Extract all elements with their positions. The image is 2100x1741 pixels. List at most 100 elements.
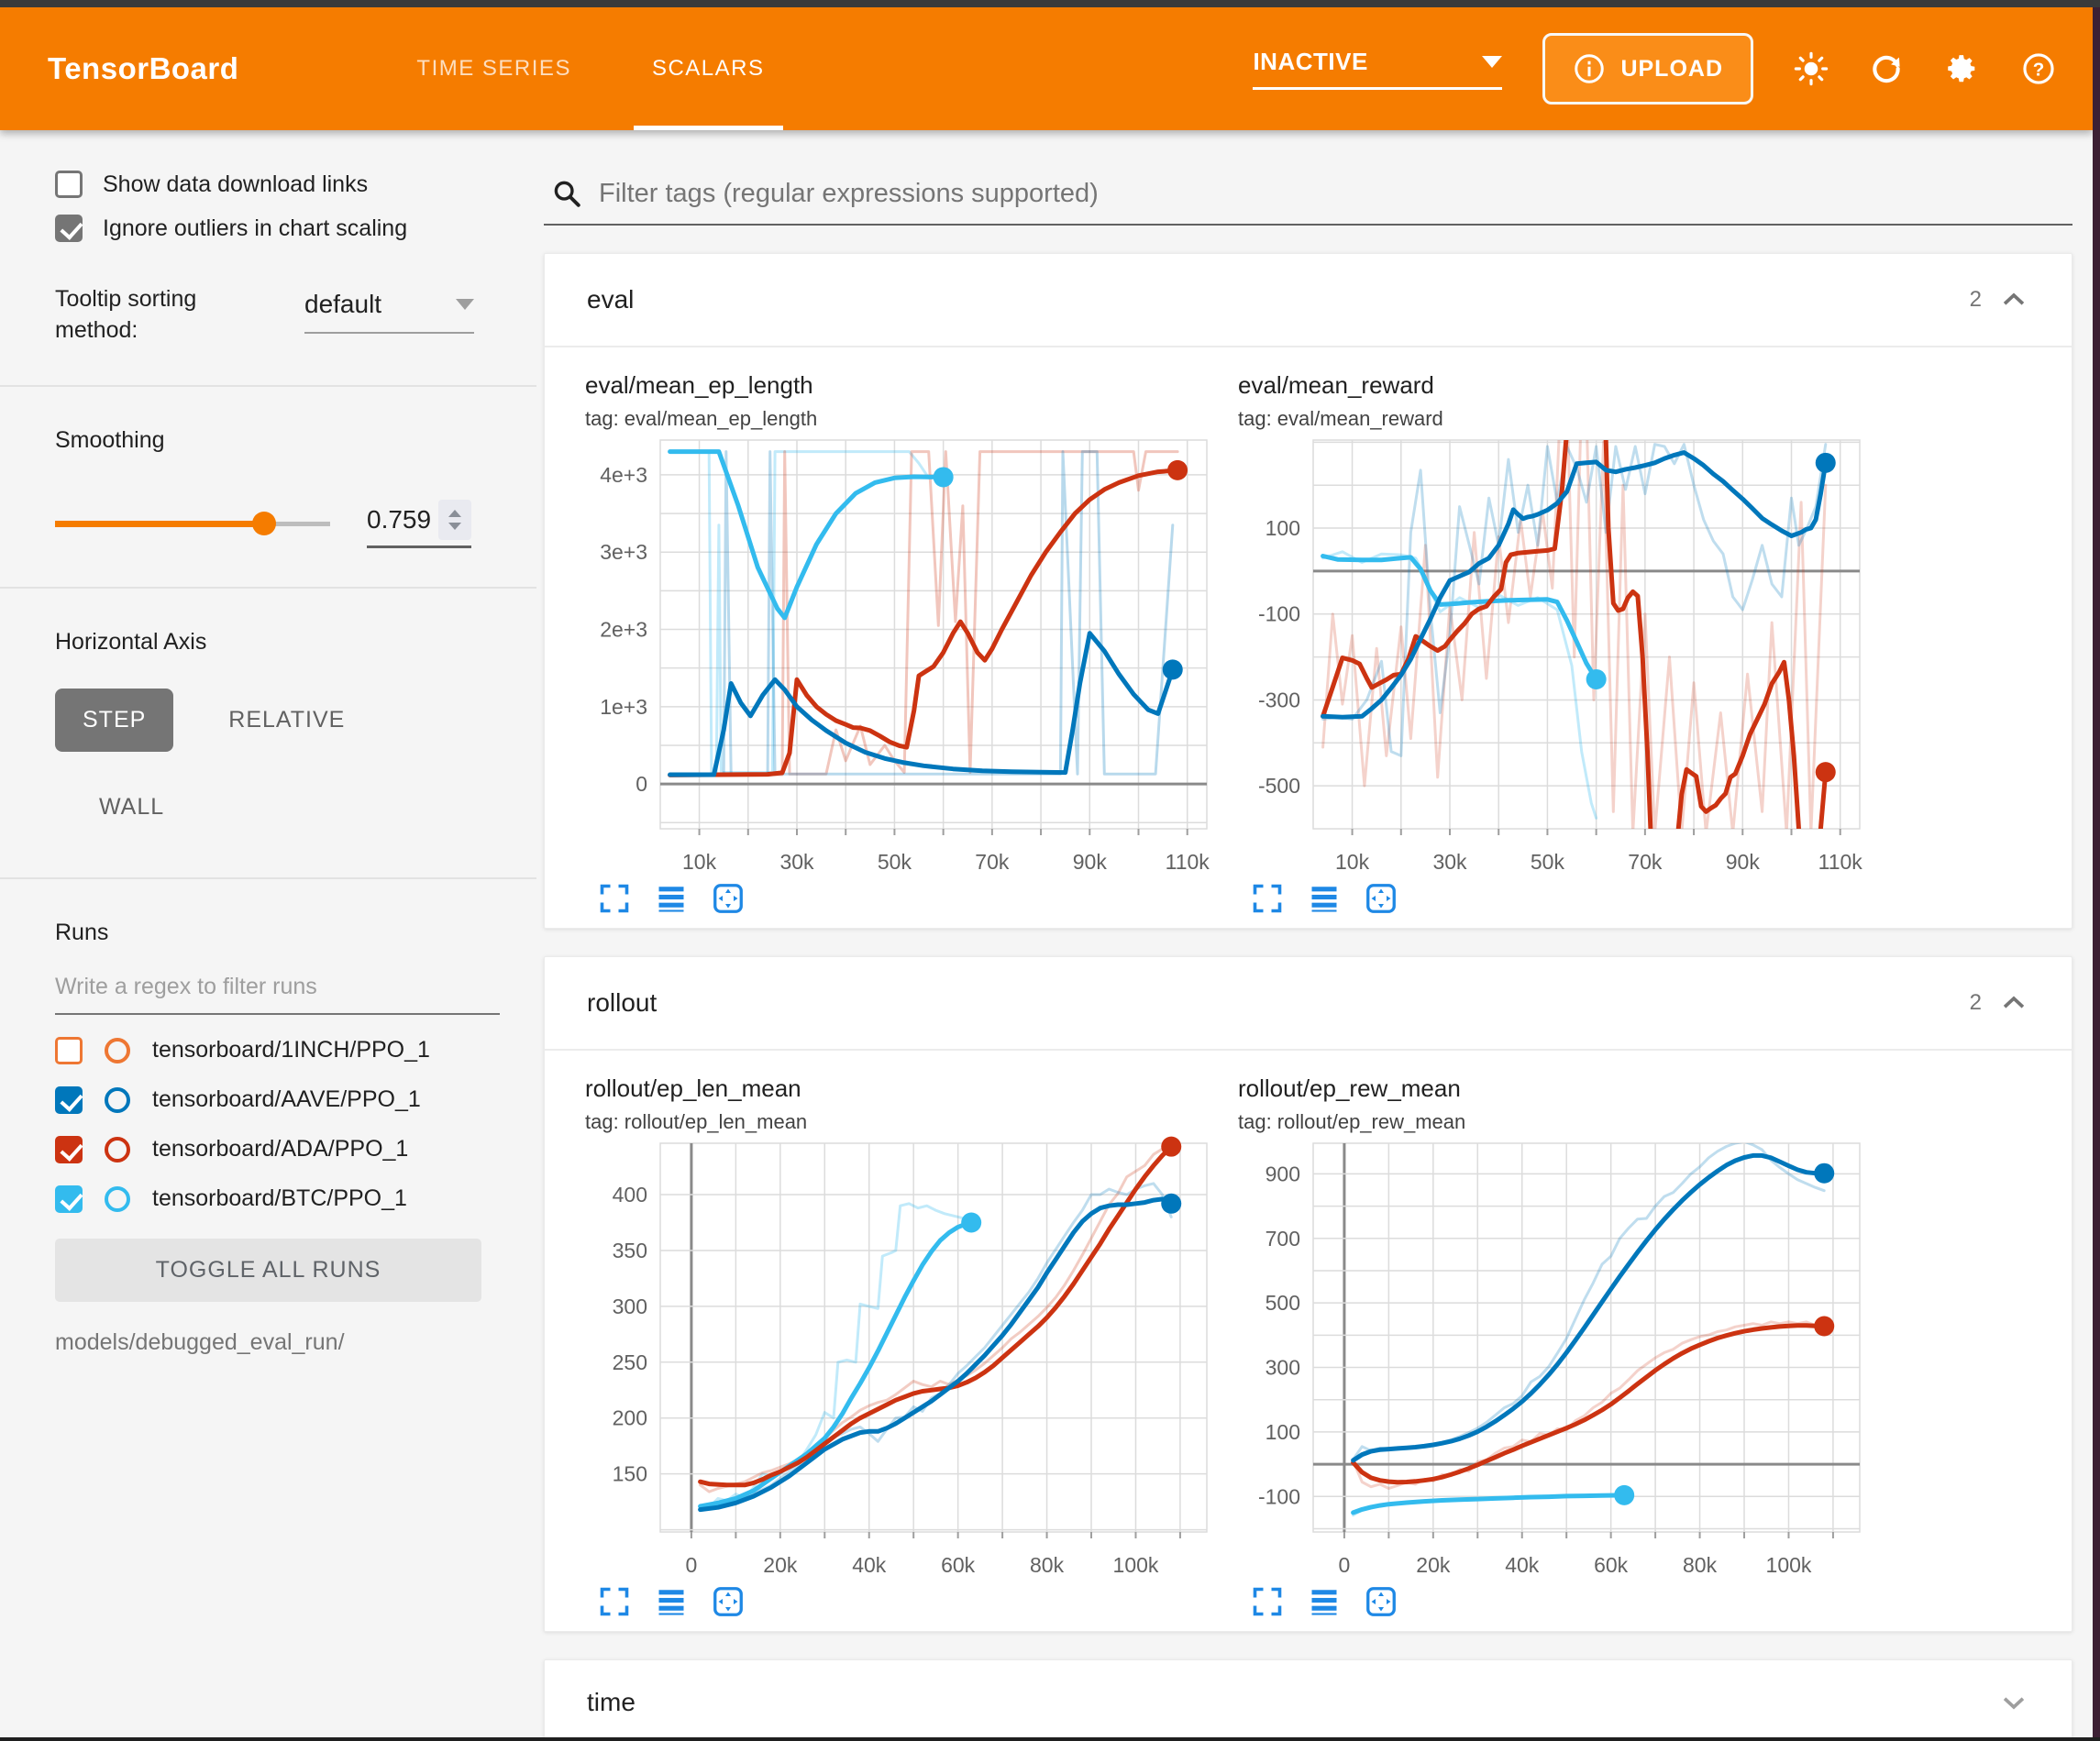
run-label: tensorboard/1INCH/PPO_1 [152,1037,430,1063]
run-checkbox[interactable] [55,1136,83,1163]
ignore-outliers-checkbox[interactable] [55,215,83,242]
axis-relative-button[interactable]: RELATIVE [201,689,372,752]
svg-text:-100: -100 [1258,602,1300,626]
info-icon [1573,52,1606,85]
run-label: tensorboard/AAVE/PPO_1 [152,1086,421,1113]
svg-text:150: 150 [613,1462,647,1486]
line-chart[interactable]: 10k30k50k70k90k110k01e+32e+33e+34e+3 [585,433,1220,882]
fit-domain-icon[interactable] [1365,882,1398,915]
refresh-icon[interactable] [1869,51,1904,86]
chart-tag: tag: rollout/ep_len_mean [585,1110,1220,1134]
chart-eval-mean-ep-length: eval/mean_ep_length tag: eval/mean_ep_le… [585,371,1220,915]
horizontal-axis-label: Horizontal Axis [55,629,500,656]
run-color-ring-icon [105,1186,130,1212]
svg-text:900: 900 [1266,1162,1300,1185]
run-label: tensorboard/ADA/PPO_1 [152,1136,408,1163]
status-dropdown[interactable]: INACTIVE [1253,48,1502,90]
svg-text:2e+3: 2e+3 [600,618,647,642]
axis-wall-button[interactable]: WALL [72,776,192,839]
runs-table-icon[interactable] [655,1585,688,1618]
run-item-ada[interactable]: tensorboard/ADA/PPO_1 [55,1136,500,1163]
tab-time-series[interactable]: TIME SERIES [376,7,612,130]
chart-rollout-ep-len-mean: rollout/ep_len_mean tag: rollout/ep_len_… [585,1074,1220,1618]
number-stepper[interactable] [438,500,471,540]
chevron-down-icon [1482,56,1502,68]
brightness-icon[interactable] [1794,51,1829,86]
runs-regex-input[interactable] [55,964,500,1015]
runs-table-icon[interactable] [1308,882,1341,915]
svg-text:0: 0 [686,1553,698,1577]
run-checkbox[interactable] [55,1037,83,1064]
tab-scalars[interactable]: SCALARS [612,7,805,130]
section-header-time[interactable]: time [545,1660,2072,1737]
upload-label: UPLOAD [1620,56,1723,83]
fit-domain-icon[interactable] [712,882,745,915]
run-item-aave[interactable]: tensorboard/AAVE/PPO_1 [55,1086,500,1114]
chevron-down-icon[interactable] [1998,1687,2029,1718]
help-icon[interactable]: ? [2021,51,2056,86]
svg-text:100: 100 [1266,516,1300,540]
fit-domain-icon[interactable] [712,1585,745,1618]
ignore-outliers-row[interactable]: Ignore outliers in chart scaling [55,215,500,242]
run-checkbox[interactable] [55,1086,83,1114]
run-item-btc[interactable]: tensorboard/BTC/PPO_1 [55,1185,500,1213]
fit-domain-icon[interactable] [1365,1585,1398,1618]
svg-text:30k: 30k [779,850,814,874]
show-download-links-checkbox[interactable] [55,171,83,198]
chevron-up-icon[interactable] [1998,987,2029,1019]
stepper-down-icon[interactable] [448,523,461,530]
toggle-all-runs-button[interactable]: TOGGLE ALL RUNS [55,1239,481,1302]
smoothing-slider[interactable] [55,510,330,537]
show-download-links-row[interactable]: Show data download links [55,171,500,198]
svg-text:700: 700 [1266,1227,1300,1251]
expand-chart-icon[interactable] [1251,882,1284,915]
desktop-bottom-strip [0,1737,2100,1741]
line-chart[interactable]: 10k30k50k70k90k110k-500-300-100100 [1238,433,1873,882]
runs-table-icon[interactable] [655,882,688,915]
section-header-rollout[interactable]: rollout 2 [545,957,2072,1049]
top-tabs: TIME SERIES SCALARS [376,7,804,130]
chevron-up-icon[interactable] [1998,284,2029,315]
run-checkbox[interactable] [55,1185,83,1213]
upload-button[interactable]: UPLOAD [1542,33,1753,105]
smoothing-label: Smoothing [55,427,500,454]
run-label: tensorboard/BTC/PPO_1 [152,1185,407,1212]
run-color-ring-icon [105,1137,130,1163]
svg-text:70k: 70k [1628,850,1663,874]
expand-chart-icon[interactable] [598,1585,631,1618]
axis-step-button[interactable]: STEP [55,689,173,752]
checkbox-label: Ignore outliers in chart scaling [103,215,407,242]
chart-toolbar [1251,882,1873,915]
tooltip-sorting-row: Tooltip sorting method: default [55,284,500,347]
svg-text:500: 500 [1266,1291,1300,1315]
smoothing-controls [55,500,500,548]
runs-table-icon[interactable] [1308,1585,1341,1618]
expand-chart-icon[interactable] [598,882,631,915]
stepper-up-icon[interactable] [448,510,461,517]
smoothing-value-input[interactable] [367,505,438,534]
runs-base-path: models/debugged_eval_run/ [55,1329,500,1356]
svg-text:110k: 110k [1166,850,1210,874]
line-chart[interactable]: 020k40k60k80k100k150200250300350400 [585,1136,1220,1585]
run-item-1inch[interactable]: tensorboard/1INCH/PPO_1 [55,1037,500,1064]
line-chart[interactable]: 020k40k60k80k100k-100100300500700900 [1238,1136,1873,1585]
settings-gear-icon[interactable] [1944,50,1981,87]
scalars-dashboard: eval 2 eval/mean_ep_length tag: eval/mea… [536,130,2093,1737]
section-card-eval: eval 2 eval/mean_ep_length tag: eval/mea… [544,253,2072,929]
desktop-right-strip [2093,7,2100,1741]
svg-text:250: 250 [613,1350,647,1374]
chart-toolbar [598,882,1220,915]
expand-chart-icon[interactable] [1251,1585,1284,1618]
section-header-eval[interactable]: eval 2 [545,254,2072,346]
slider-thumb[interactable] [252,512,276,535]
tag-filter-row [544,172,2072,226]
desktop-top-strip [0,0,2100,7]
svg-text:90k: 90k [1073,850,1108,874]
tag-filter-input[interactable] [599,179,2069,209]
svg-text:50k: 50k [878,850,912,874]
tooltip-sorting-select[interactable]: default [304,290,474,334]
svg-text:70k: 70k [975,850,1010,874]
svg-text:20k: 20k [763,1553,798,1577]
svg-text:10k: 10k [682,850,717,874]
sidebar-divider [0,877,536,879]
